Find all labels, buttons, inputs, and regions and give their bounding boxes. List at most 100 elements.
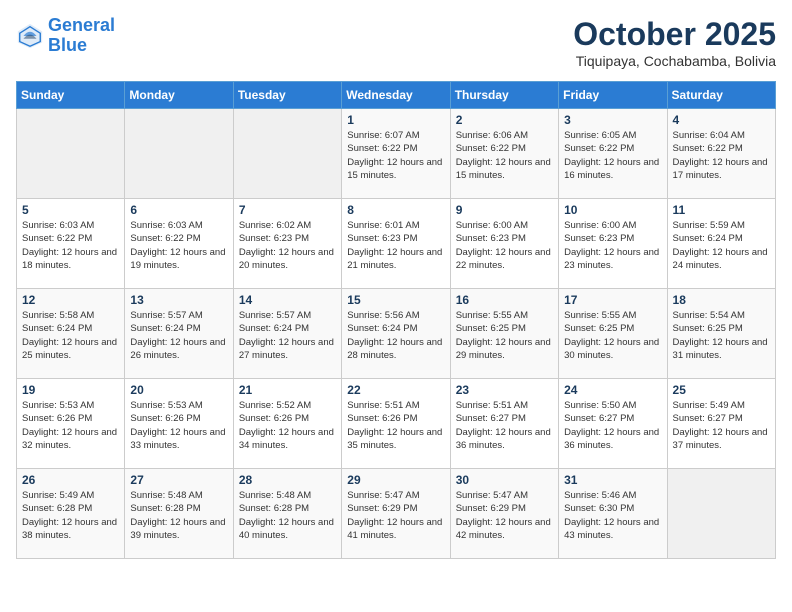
day-number: 5 [22,203,119,217]
calendar-cell [667,469,775,559]
logo-line2: Blue [48,35,87,55]
calendar-cell: 29 Sunrise: 5:47 AMSunset: 6:29 PMDayligh… [342,469,450,559]
day-number: 22 [347,383,444,397]
day-number: 31 [564,473,661,487]
day-info: Sunrise: 6:03 AMSunset: 6:22 PMDaylight:… [130,219,227,272]
day-number: 30 [456,473,553,487]
calendar-cell: 6 Sunrise: 6:03 AMSunset: 6:22 PMDaylight… [125,199,233,289]
calendar-cell [233,109,341,199]
day-info: Sunrise: 5:55 AMSunset: 6:25 PMDaylight:… [564,309,661,362]
calendar-cell: 1Sunrise: 6:07 AMSunset: 6:22 PMDaylight… [342,109,450,199]
day-info: Sunrise: 6:02 AMSunset: 6:23 PMDaylight:… [239,219,336,272]
calendar-cell: 4 Sunrise: 6:04 AMSunset: 6:22 PMDaylight… [667,109,775,199]
day-info: Sunrise: 5:50 AMSunset: 6:27 PMDaylight:… [564,399,661,452]
calendar-week-row: 12 Sunrise: 5:58 AMSunset: 6:24 PMDayligh… [17,289,776,379]
day-number: 16 [456,293,553,307]
calendar-cell: 16 Sunrise: 5:55 AMSunset: 6:25 PMDayligh… [450,289,558,379]
day-number: 9 [456,203,553,217]
calendar-cell: 25 Sunrise: 5:49 AMSunset: 6:27 PMDayligh… [667,379,775,469]
day-info: Sunrise: 5:47 AMSunset: 6:29 PMDaylight:… [456,489,553,542]
weekday-header: Sunday [17,82,125,109]
calendar-cell: 22 Sunrise: 5:51 AMSunset: 6:26 PMDayligh… [342,379,450,469]
day-info: Sunrise: 5:54 AMSunset: 6:25 PMDaylight:… [673,309,770,362]
calendar-cell: 11Sunrise: 5:59 AMSunset: 6:24 PMDayligh… [667,199,775,289]
day-info: Sunrise: 5:57 AMSunset: 6:24 PMDaylight:… [239,309,336,362]
day-number: 20 [130,383,227,397]
day-info: Sunrise: 5:48 AMSunset: 6:28 PMDaylight:… [130,489,227,542]
calendar-cell: 7Sunrise: 6:02 AMSunset: 6:23 PMDaylight… [233,199,341,289]
weekday-header: Tuesday [233,82,341,109]
calendar-cell: 15Sunrise: 5:56 AMSunset: 6:24 PMDayligh… [342,289,450,379]
day-info: Sunrise: 5:55 AMSunset: 6:25 PMDaylight:… [456,309,553,362]
weekday-header: Thursday [450,82,558,109]
calendar-cell: 14 Sunrise: 5:57 AMSunset: 6:24 PMDayligh… [233,289,341,379]
day-number: 12 [22,293,119,307]
weekday-header: Friday [559,82,667,109]
day-info: Sunrise: 6:03 AMSunset: 6:22 PMDaylight:… [22,219,119,272]
logo-text: General Blue [48,16,115,56]
day-number: 2 [456,113,553,127]
day-number: 29 [347,473,444,487]
day-info: Sunrise: 6:05 AMSunset: 6:22 PMDaylight:… [564,129,661,182]
calendar-cell: 8Sunrise: 6:01 AMSunset: 6:23 PMDaylight… [342,199,450,289]
calendar-cell: 24 Sunrise: 5:50 AMSunset: 6:27 PMDayligh… [559,379,667,469]
calendar-week-row: 26Sunrise: 5:49 AMSunset: 6:28 PMDayligh… [17,469,776,559]
day-info: Sunrise: 5:47 AMSunset: 6:29 PMDaylight:… [347,489,444,542]
day-number: 3 [564,113,661,127]
calendar-cell: 9 Sunrise: 6:00 AMSunset: 6:23 PMDaylight… [450,199,558,289]
calendar-cell: 5 Sunrise: 6:03 AMSunset: 6:22 PMDaylight… [17,199,125,289]
calendar-cell: 27 Sunrise: 5:48 AMSunset: 6:28 PMDayligh… [125,469,233,559]
day-number: 13 [130,293,227,307]
day-info: Sunrise: 6:00 AMSunset: 6:23 PMDaylight:… [564,219,661,272]
day-info: Sunrise: 6:07 AMSunset: 6:22 PMDaylight:… [347,129,444,182]
day-number: 14 [239,293,336,307]
day-info: Sunrise: 5:49 AMSunset: 6:28 PMDaylight:… [22,489,119,542]
calendar-cell: 19 Sunrise: 5:53 AMSunset: 6:26 PMDayligh… [17,379,125,469]
day-info: Sunrise: 5:51 AMSunset: 6:27 PMDaylight:… [456,399,553,452]
day-info: Sunrise: 6:01 AMSunset: 6:23 PMDaylight:… [347,219,444,272]
day-info: Sunrise: 5:53 AMSunset: 6:26 PMDaylight:… [22,399,119,452]
day-number: 10 [564,203,661,217]
calendar-cell: 17Sunrise: 5:55 AMSunset: 6:25 PMDayligh… [559,289,667,379]
calendar-cell: 28Sunrise: 5:48 AMSunset: 6:28 PMDayligh… [233,469,341,559]
day-number: 24 [564,383,661,397]
page-header: General Blue October 2025 Tiquipaya, Coc… [16,16,776,69]
calendar-cell: 21 Sunrise: 5:52 AMSunset: 6:26 PMDayligh… [233,379,341,469]
day-info: Sunrise: 5:52 AMSunset: 6:26 PMDaylight:… [239,399,336,452]
day-info: Sunrise: 6:00 AMSunset: 6:23 PMDaylight:… [456,219,553,272]
month-title: October 2025 [573,16,776,53]
weekday-header: Monday [125,82,233,109]
day-info: Sunrise: 5:57 AMSunset: 6:24 PMDaylight:… [130,309,227,362]
day-info: Sunrise: 5:46 AMSunset: 6:30 PMDaylight:… [564,489,661,542]
day-number: 21 [239,383,336,397]
calendar-cell: 12 Sunrise: 5:58 AMSunset: 6:24 PMDayligh… [17,289,125,379]
calendar-header: SundayMondayTuesdayWednesdayThursdayFrid… [17,82,776,109]
weekday-header: Saturday [667,82,775,109]
day-number: 19 [22,383,119,397]
calendar-cell: 18 Sunrise: 5:54 AMSunset: 6:25 PMDayligh… [667,289,775,379]
day-number: 6 [130,203,227,217]
calendar-body: 1Sunrise: 6:07 AMSunset: 6:22 PMDaylight… [17,109,776,559]
day-info: Sunrise: 5:49 AMSunset: 6:27 PMDaylight:… [673,399,770,452]
calendar-cell: 20 Sunrise: 5:53 AMSunset: 6:26 PMDayligh… [125,379,233,469]
calendar-cell: 31 Sunrise: 5:46 AMSunset: 6:30 PMDayligh… [559,469,667,559]
day-number: 27 [130,473,227,487]
day-info: Sunrise: 5:53 AMSunset: 6:26 PMDaylight:… [130,399,227,452]
calendar-week-row: 1Sunrise: 6:07 AMSunset: 6:22 PMDaylight… [17,109,776,199]
day-info: Sunrise: 6:04 AMSunset: 6:22 PMDaylight:… [673,129,770,182]
day-info: Sunrise: 5:58 AMSunset: 6:24 PMDaylight:… [22,309,119,362]
calendar-cell: 23 Sunrise: 5:51 AMSunset: 6:27 PMDayligh… [450,379,558,469]
day-number: 4 [673,113,770,127]
day-number: 15 [347,293,444,307]
weekday-header: Wednesday [342,82,450,109]
day-info: Sunrise: 5:51 AMSunset: 6:26 PMDaylight:… [347,399,444,452]
calendar-cell: 26Sunrise: 5:49 AMSunset: 6:28 PMDayligh… [17,469,125,559]
calendar-week-row: 5 Sunrise: 6:03 AMSunset: 6:22 PMDaylight… [17,199,776,289]
calendar-table: SundayMondayTuesdayWednesdayThursdayFrid… [16,81,776,559]
day-number: 18 [673,293,770,307]
location-subtitle: Tiquipaya, Cochabamba, Bolivia [573,53,776,69]
logo-icon [16,22,44,50]
calendar-cell: 2Sunrise: 6:06 AMSunset: 6:22 PMDaylight… [450,109,558,199]
day-number: 25 [673,383,770,397]
day-number: 23 [456,383,553,397]
